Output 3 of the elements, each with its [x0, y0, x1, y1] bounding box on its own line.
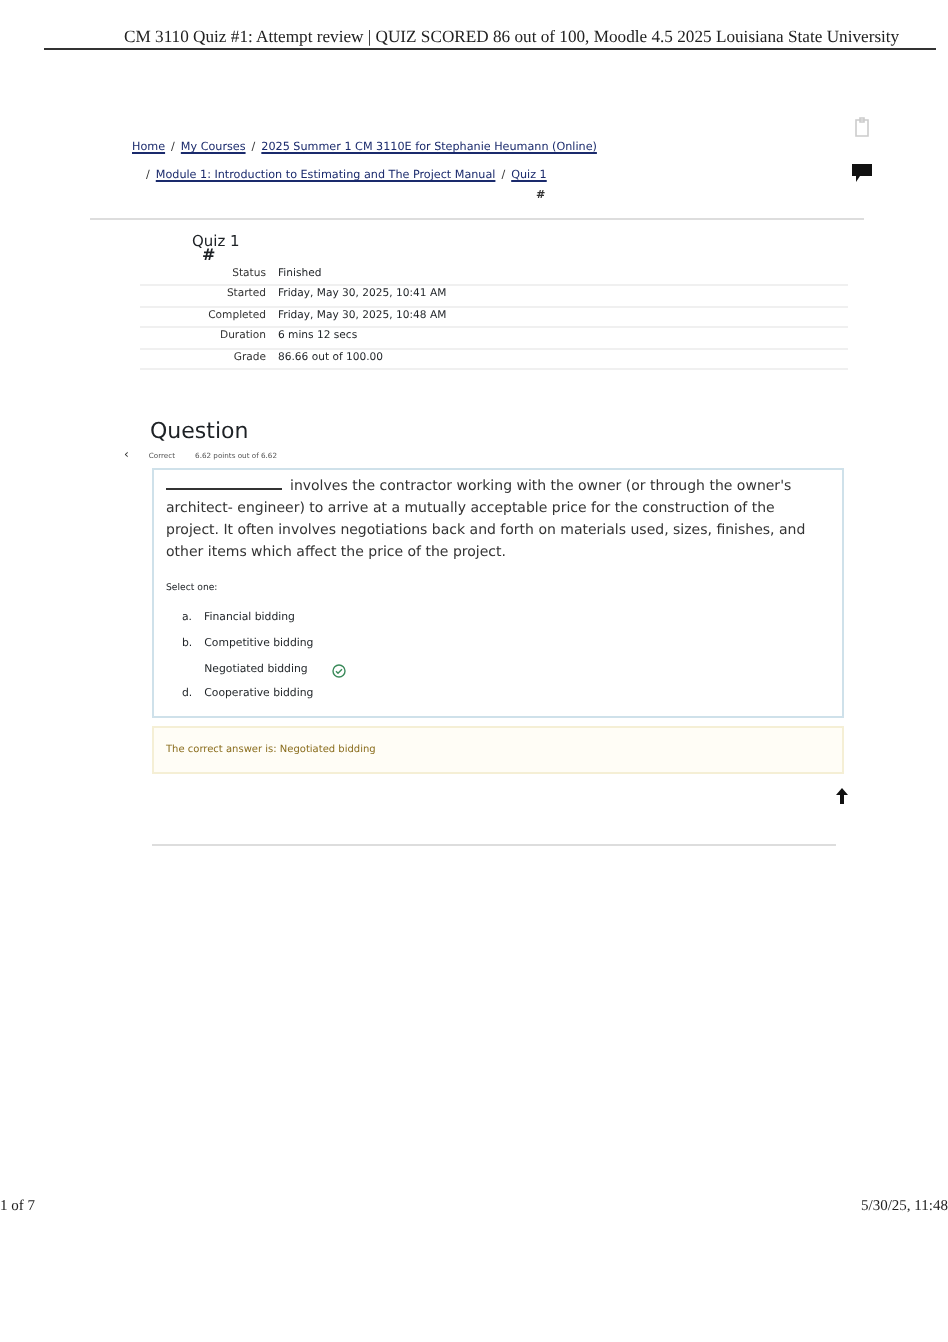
- print-header-title: CM 3110 Quiz #1: Attempt review | QUIZ SCORED 86 out of 100, Moodle 4.5 2025 Louisiana State University: [124, 26, 900, 46]
- anchor-mark: #: [202, 250, 216, 262]
- question-heading: Question: [150, 418, 251, 445]
